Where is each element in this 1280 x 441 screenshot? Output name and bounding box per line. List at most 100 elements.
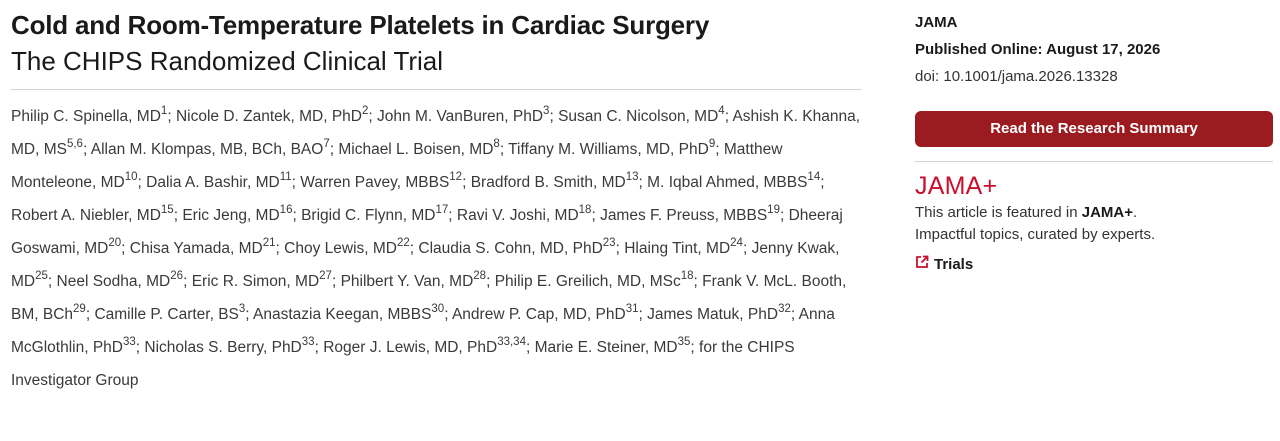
- author: James F. Preuss, MBBS19: [600, 203, 780, 224]
- author-name: James Matuk, PhD: [647, 306, 779, 323]
- author-separator: ;: [167, 108, 176, 125]
- author-name: Dalia A. Bashir, MD: [146, 174, 280, 191]
- author-name: John M. VanBuren, PhD: [377, 108, 544, 125]
- author-list: Philip C. Spinella, MD1; Nicole D. Zante…: [11, 100, 863, 397]
- author-affiliation: 26: [170, 269, 184, 282]
- author-affiliation: 3: [543, 104, 550, 117]
- author: Bradford B. Smith, MD13: [470, 171, 639, 191]
- journal-name: JAMA: [915, 14, 958, 31]
- author: Neel Sodha, MD26: [56, 269, 184, 290]
- author-separator: ;: [368, 108, 378, 125]
- author-name: M. Iqbal Ahmed, MBBS: [647, 174, 808, 191]
- author-name: Hlaing Tint, MD: [624, 240, 731, 257]
- author: Nicholas S. Berry, PhD33: [144, 335, 315, 356]
- author-name: Neel Sodha, MD: [56, 273, 171, 290]
- author-separator: ;: [499, 141, 509, 158]
- author-separator: ;: [779, 207, 789, 224]
- author-name: Tiffany M. Williams, MD, PhD: [508, 141, 709, 158]
- jama-plus-featured-text: This article is featured in JAMA+.: [915, 202, 1273, 224]
- author: Brigid C. Flynn, MD17: [301, 203, 449, 224]
- author-name: Michael L. Boisen, MD: [338, 141, 494, 158]
- author-name: Warren Pavey, MBBS: [300, 174, 450, 191]
- author-separator: ;: [292, 207, 302, 224]
- author-affiliation: 19: [767, 203, 780, 216]
- author-affiliation: 18: [680, 269, 694, 282]
- author-affiliation: 20: [108, 236, 122, 249]
- author: Ravi V. Joshi, MD18: [457, 203, 592, 224]
- author: Dalia A. Bashir, MD11: [146, 170, 292, 191]
- author-name: Claudia S. Cohn, MD, PhD: [418, 240, 603, 257]
- author-affiliation: 24: [730, 236, 743, 249]
- author: Tiffany M. Williams, MD, PhD9: [508, 138, 715, 158]
- author-name: Bradford B. Smith, MD: [470, 174, 626, 191]
- topic-link-trials[interactable]: Trials: [915, 254, 1273, 276]
- author-affiliation: 14: [807, 170, 821, 183]
- author-affiliation: 29: [73, 302, 86, 315]
- author: Allan M. Klompas, MB, BCh, BAO7: [91, 137, 330, 158]
- author: Anastazia Keegan, MBBS30: [253, 303, 444, 323]
- author-name: Philbert Y. Van, MD: [340, 273, 474, 290]
- author-separator: ;: [82, 141, 91, 158]
- author-separator: ;: [291, 174, 301, 191]
- author-name: Philip C. Spinella, MD: [11, 108, 161, 125]
- author-separator: ;: [47, 273, 57, 290]
- author-affiliation: 33,34: [497, 335, 526, 348]
- featured-suffix: .: [1133, 204, 1138, 221]
- featured-prefix: This article is featured in: [915, 204, 1082, 221]
- author-affiliation: 15: [160, 203, 174, 216]
- author-affiliation: 27: [319, 269, 332, 282]
- author: Philip E. Greilich, MD, MSc18: [495, 269, 694, 290]
- author: Claudia S. Cohn, MD, PhD23: [418, 236, 616, 257]
- author-separator: ;: [448, 207, 457, 224]
- author-separator: ;: [549, 108, 559, 125]
- author-affiliation: 35: [677, 335, 691, 348]
- author-separator: ;: [615, 240, 625, 257]
- author: Robert A. Niebler, MD15: [11, 203, 174, 224]
- header-divider: [11, 89, 862, 90]
- sidebar-divider: [915, 161, 1273, 162]
- author-separator: ;: [820, 174, 825, 191]
- author-separator: ;: [742, 240, 752, 257]
- publication-date: Published Online: August 17, 2026: [915, 41, 1161, 58]
- author-separator: ;: [790, 306, 799, 323]
- author-affiliation: 12: [449, 170, 463, 183]
- author-affiliation: 2: [362, 104, 369, 117]
- author-affiliation: 5,6: [66, 137, 83, 150]
- author-affiliation: 17: [435, 203, 449, 216]
- author: Hlaing Tint, MD24: [624, 236, 743, 257]
- author-affiliation: 11: [279, 170, 292, 183]
- author-separator: ;: [121, 240, 130, 257]
- author-separator: ;: [715, 141, 724, 158]
- author-separator: ;: [690, 339, 700, 356]
- author-separator: ;: [591, 207, 601, 224]
- author-affiliation: 32: [778, 302, 791, 315]
- author: Philbert Y. Van, MD28: [340, 270, 486, 290]
- author-separator: ;: [314, 339, 324, 356]
- author: Susan C. Nicolson, MD4: [558, 105, 725, 125]
- author-affiliation: 7: [323, 137, 330, 150]
- author-name: Anastazia Keegan, MBBS: [253, 306, 432, 323]
- article-title: Cold and Room-Temperature Platelets in C…: [11, 10, 710, 40]
- featured-brand[interactable]: JAMA+: [1082, 204, 1133, 221]
- author-name: Robert A. Niebler, MD: [11, 207, 161, 224]
- author-name: Eric Jeng, MD: [182, 207, 280, 224]
- author-name: Nicole D. Zantek, MD, PhD: [175, 108, 362, 125]
- author: Michael L. Boisen, MD8: [338, 138, 499, 158]
- article-header: Cold and Room-Temperature Platelets in C…: [11, 7, 863, 397]
- jama-plus-logo: JAMA+: [915, 172, 998, 200]
- research-summary-button[interactable]: Read the Research Summary: [915, 111, 1273, 147]
- topic-link-label: Trials: [934, 256, 974, 273]
- author-affiliation: 33: [301, 335, 315, 348]
- author-affiliation: 18: [578, 203, 592, 216]
- author-affiliation: 23: [602, 236, 616, 249]
- author-separator: ;: [486, 273, 495, 290]
- author: Eric Jeng, MD16: [182, 204, 292, 224]
- author-affiliation: 22: [396, 236, 410, 249]
- author: M. Iqbal Ahmed, MBBS14: [647, 170, 821, 191]
- author-affiliation: 3: [238, 302, 246, 315]
- author-affiliation: 1: [160, 104, 168, 117]
- author-name: Marie E. Steiner, MD: [534, 339, 678, 356]
- author-separator: ;: [245, 306, 254, 323]
- author-separator: ;: [638, 306, 648, 323]
- author: Choy Lewis, MD22: [284, 236, 410, 257]
